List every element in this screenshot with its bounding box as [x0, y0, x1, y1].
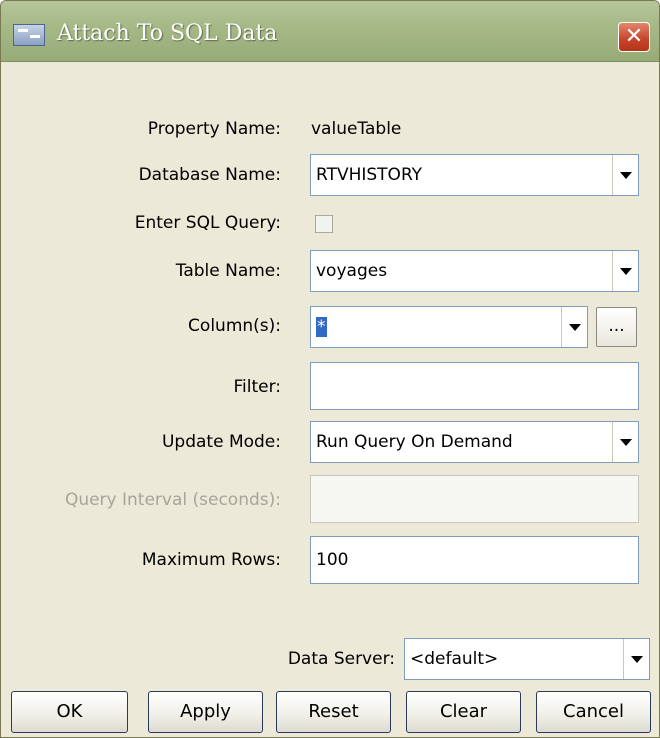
property-name-value: valueTable: [311, 119, 402, 139]
chevron-down-icon[interactable]: [612, 155, 638, 195]
clear-button[interactable]: Clear: [406, 691, 521, 733]
app-icon: [13, 24, 45, 46]
close-button[interactable]: ✕: [618, 22, 650, 52]
data-server-label: Data Server:: [287, 649, 395, 669]
attach-sql-dialog: Attach To SQL Data ✕ Property Name: valu…: [0, 0, 660, 738]
database-name-select[interactable]: RTVHISTORY: [310, 154, 639, 196]
database-name-label: Database Name:: [138, 165, 281, 185]
update-mode-select[interactable]: Run Query On Demand: [310, 421, 639, 463]
chevron-down-icon[interactable]: [612, 251, 638, 291]
database-name-value: RTVHISTORY: [316, 165, 423, 185]
columns-browse-button[interactable]: ...: [596, 307, 637, 347]
maximum-rows-label: Maximum Rows:: [141, 550, 281, 570]
columns-label: Column(s):: [188, 316, 281, 336]
enter-sql-query-label: Enter SQL Query:: [134, 213, 281, 233]
columns-value: *: [316, 317, 327, 337]
chevron-down-icon[interactable]: [561, 307, 587, 347]
chevron-down-icon[interactable]: [623, 639, 649, 679]
query-interval-label: Query Interval (seconds):: [64, 490, 281, 510]
property-name-label: Property Name:: [147, 119, 281, 139]
reset-button[interactable]: Reset: [276, 691, 391, 733]
table-name-label: Table Name:: [175, 261, 281, 281]
cancel-button[interactable]: Cancel: [536, 691, 651, 733]
columns-combo[interactable]: *: [310, 306, 588, 348]
update-mode-label: Update Mode:: [161, 432, 281, 452]
title-bar[interactable]: Attach To SQL Data ✕: [1, 1, 659, 62]
close-icon: ✕: [624, 24, 644, 49]
maximum-rows-input[interactable]: 100: [310, 536, 639, 584]
table-name-value: voyages: [316, 261, 388, 281]
filter-input[interactable]: [310, 362, 639, 410]
data-server-select[interactable]: <default>: [404, 638, 650, 680]
table-name-select[interactable]: voyages: [310, 250, 639, 292]
chevron-down-icon[interactable]: [612, 422, 638, 462]
apply-button[interactable]: Apply: [148, 691, 263, 733]
filter-label: Filter:: [233, 377, 281, 397]
ok-button[interactable]: OK: [11, 691, 128, 733]
enter-sql-query-checkbox[interactable]: [315, 215, 333, 233]
update-mode-value: Run Query On Demand: [316, 432, 513, 452]
window-title: Attach To SQL Data: [57, 21, 278, 46]
query-interval-input: [310, 475, 639, 523]
data-server-value: <default>: [410, 649, 499, 669]
